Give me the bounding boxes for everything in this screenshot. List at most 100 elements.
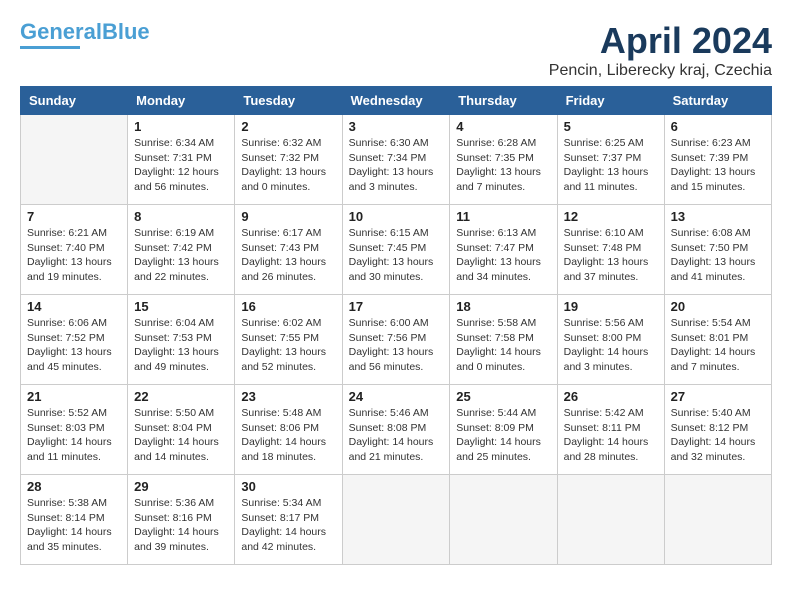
day-info: Sunrise: 5:48 AM Sunset: 8:06 PM Dayligh…	[241, 406, 335, 465]
header-cell-wednesday: Wednesday	[342, 87, 450, 115]
day-info: Sunrise: 6:19 AM Sunset: 7:42 PM Dayligh…	[134, 226, 228, 285]
day-cell: 19Sunrise: 5:56 AM Sunset: 8:00 PM Dayli…	[557, 295, 664, 385]
logo-text: GeneralBlue	[20, 20, 150, 44]
day-cell: 13 Sunrise: 6:08 AM Sunset: 7:50 PM Dayli…	[664, 205, 771, 295]
day-info: Sunrise: 5:50 AM Sunset: 8:04 PM Dayligh…	[134, 406, 228, 465]
day-number: 8	[134, 209, 228, 224]
day-cell	[557, 475, 664, 565]
day-number: 10	[349, 209, 444, 224]
calendar-subtitle: Pencin, Liberecky kraj, Czechia	[549, 62, 772, 80]
day-number: 1	[134, 119, 228, 134]
day-cell: 2 Sunrise: 6:32 AM Sunset: 7:32 PM Daylig…	[235, 115, 342, 205]
logo-general: General	[20, 19, 102, 44]
day-cell: 14Sunrise: 6:06 AM Sunset: 7:52 PM Dayli…	[21, 295, 128, 385]
day-info: Sunrise: 6:25 AM Sunset: 7:37 PM Dayligh…	[564, 136, 658, 195]
day-cell: 8 Sunrise: 6:19 AM Sunset: 7:42 PM Daylig…	[128, 205, 235, 295]
day-number: 17	[349, 299, 444, 314]
header: GeneralBlue April 2024 Pencin, Liberecky…	[20, 20, 772, 80]
day-number: 2	[241, 119, 335, 134]
logo-underline	[20, 46, 80, 49]
day-info: Sunrise: 5:46 AM Sunset: 8:08 PM Dayligh…	[349, 406, 444, 465]
day-number: 5	[564, 119, 658, 134]
day-number: 9	[241, 209, 335, 224]
header-cell-thursday: Thursday	[450, 87, 557, 115]
day-info: Sunrise: 6:15 AM Sunset: 7:45 PM Dayligh…	[349, 226, 444, 285]
day-info: Sunrise: 6:08 AM Sunset: 7:50 PM Dayligh…	[671, 226, 765, 285]
day-cell: 12Sunrise: 6:10 AM Sunset: 7:48 PM Dayli…	[557, 205, 664, 295]
day-number: 7	[27, 209, 121, 224]
day-cell: 7Sunrise: 6:21 AM Sunset: 7:40 PM Daylig…	[21, 205, 128, 295]
day-number: 24	[349, 389, 444, 404]
day-cell: 24 Sunrise: 5:46 AM Sunset: 8:08 PM Dayli…	[342, 385, 450, 475]
day-info: Sunrise: 5:42 AM Sunset: 8:11 PM Dayligh…	[564, 406, 658, 465]
day-cell: 11 Sunrise: 6:13 AM Sunset: 7:47 PM Dayli…	[450, 205, 557, 295]
day-info: Sunrise: 6:23 AM Sunset: 7:39 PM Dayligh…	[671, 136, 765, 195]
day-number: 30	[241, 479, 335, 494]
day-number: 16	[241, 299, 335, 314]
week-row-0: 1Sunrise: 6:34 AM Sunset: 7:31 PM Daylig…	[21, 115, 772, 205]
week-row-4: 28 Sunrise: 5:38 AM Sunset: 8:14 PM Dayli…	[21, 475, 772, 565]
day-info: Sunrise: 5:36 AM Sunset: 8:16 PM Dayligh…	[134, 496, 228, 555]
day-info: Sunrise: 6:32 AM Sunset: 7:32 PM Dayligh…	[241, 136, 335, 195]
day-cell: 17 Sunrise: 6:00 AM Sunset: 7:56 PM Dayli…	[342, 295, 450, 385]
logo: GeneralBlue	[20, 20, 150, 49]
day-number: 29	[134, 479, 228, 494]
day-number: 25	[456, 389, 550, 404]
day-info: Sunrise: 5:38 AM Sunset: 8:14 PM Dayligh…	[27, 496, 121, 555]
day-number: 6	[671, 119, 765, 134]
day-number: 4	[456, 119, 550, 134]
day-cell: 30 Sunrise: 5:34 AM Sunset: 8:17 PM Dayli…	[235, 475, 342, 565]
day-cell: 9Sunrise: 6:17 AM Sunset: 7:43 PM Daylig…	[235, 205, 342, 295]
header-cell-saturday: Saturday	[664, 87, 771, 115]
day-info: Sunrise: 6:04 AM Sunset: 7:53 PM Dayligh…	[134, 316, 228, 375]
header-cell-sunday: Sunday	[21, 87, 128, 115]
week-row-2: 14Sunrise: 6:06 AM Sunset: 7:52 PM Dayli…	[21, 295, 772, 385]
day-info: Sunrise: 6:13 AM Sunset: 7:47 PM Dayligh…	[456, 226, 550, 285]
day-cell: 21 Sunrise: 5:52 AM Sunset: 8:03 PM Dayli…	[21, 385, 128, 475]
day-cell: 22 Sunrise: 5:50 AM Sunset: 8:04 PM Dayli…	[128, 385, 235, 475]
day-cell: 10 Sunrise: 6:15 AM Sunset: 7:45 PM Dayli…	[342, 205, 450, 295]
day-number: 22	[134, 389, 228, 404]
calendar-title: April 2024	[549, 20, 772, 62]
day-cell: 23 Sunrise: 5:48 AM Sunset: 8:06 PM Dayli…	[235, 385, 342, 475]
day-info: Sunrise: 6:02 AM Sunset: 7:55 PM Dayligh…	[241, 316, 335, 375]
day-cell: 1Sunrise: 6:34 AM Sunset: 7:31 PM Daylig…	[128, 115, 235, 205]
day-cell: 29 Sunrise: 5:36 AM Sunset: 8:16 PM Dayli…	[128, 475, 235, 565]
day-info: Sunrise: 6:00 AM Sunset: 7:56 PM Dayligh…	[349, 316, 444, 375]
day-cell: 15 Sunrise: 6:04 AM Sunset: 7:53 PM Dayli…	[128, 295, 235, 385]
day-cell	[21, 115, 128, 205]
day-cell	[342, 475, 450, 565]
day-number: 23	[241, 389, 335, 404]
day-info: Sunrise: 6:06 AM Sunset: 7:52 PM Dayligh…	[27, 316, 121, 375]
day-cell: 27 Sunrise: 5:40 AM Sunset: 8:12 PM Dayli…	[664, 385, 771, 475]
day-cell	[664, 475, 771, 565]
day-number: 15	[134, 299, 228, 314]
day-cell: 5 Sunrise: 6:25 AM Sunset: 7:37 PM Daylig…	[557, 115, 664, 205]
day-info: Sunrise: 5:40 AM Sunset: 8:12 PM Dayligh…	[671, 406, 765, 465]
day-cell: 16 Sunrise: 6:02 AM Sunset: 7:55 PM Dayli…	[235, 295, 342, 385]
day-number: 13	[671, 209, 765, 224]
day-info: Sunrise: 6:28 AM Sunset: 7:35 PM Dayligh…	[456, 136, 550, 195]
day-info: Sunrise: 5:52 AM Sunset: 8:03 PM Dayligh…	[27, 406, 121, 465]
header-row: SundayMondayTuesdayWednesdayThursdayFrid…	[21, 87, 772, 115]
day-number: 11	[456, 209, 550, 224]
day-cell: 28 Sunrise: 5:38 AM Sunset: 8:14 PM Dayli…	[21, 475, 128, 565]
week-row-1: 7Sunrise: 6:21 AM Sunset: 7:40 PM Daylig…	[21, 205, 772, 295]
header-cell-tuesday: Tuesday	[235, 87, 342, 115]
day-info: Sunrise: 5:44 AM Sunset: 8:09 PM Dayligh…	[456, 406, 550, 465]
day-number: 28	[27, 479, 121, 494]
day-number: 21	[27, 389, 121, 404]
day-number: 18	[456, 299, 550, 314]
day-cell: 3Sunrise: 6:30 AM Sunset: 7:34 PM Daylig…	[342, 115, 450, 205]
day-info: Sunrise: 5:56 AM Sunset: 8:00 PM Dayligh…	[564, 316, 658, 375]
day-info: Sunrise: 5:58 AM Sunset: 7:58 PM Dayligh…	[456, 316, 550, 375]
day-info: Sunrise: 6:30 AM Sunset: 7:34 PM Dayligh…	[349, 136, 444, 195]
day-info: Sunrise: 5:34 AM Sunset: 8:17 PM Dayligh…	[241, 496, 335, 555]
day-number: 27	[671, 389, 765, 404]
header-cell-friday: Friday	[557, 87, 664, 115]
day-cell: 4 Sunrise: 6:28 AM Sunset: 7:35 PM Daylig…	[450, 115, 557, 205]
day-number: 20	[671, 299, 765, 314]
title-area: April 2024 Pencin, Liberecky kraj, Czech…	[549, 20, 772, 80]
day-cell	[450, 475, 557, 565]
day-cell: 20Sunrise: 5:54 AM Sunset: 8:01 PM Dayli…	[664, 295, 771, 385]
